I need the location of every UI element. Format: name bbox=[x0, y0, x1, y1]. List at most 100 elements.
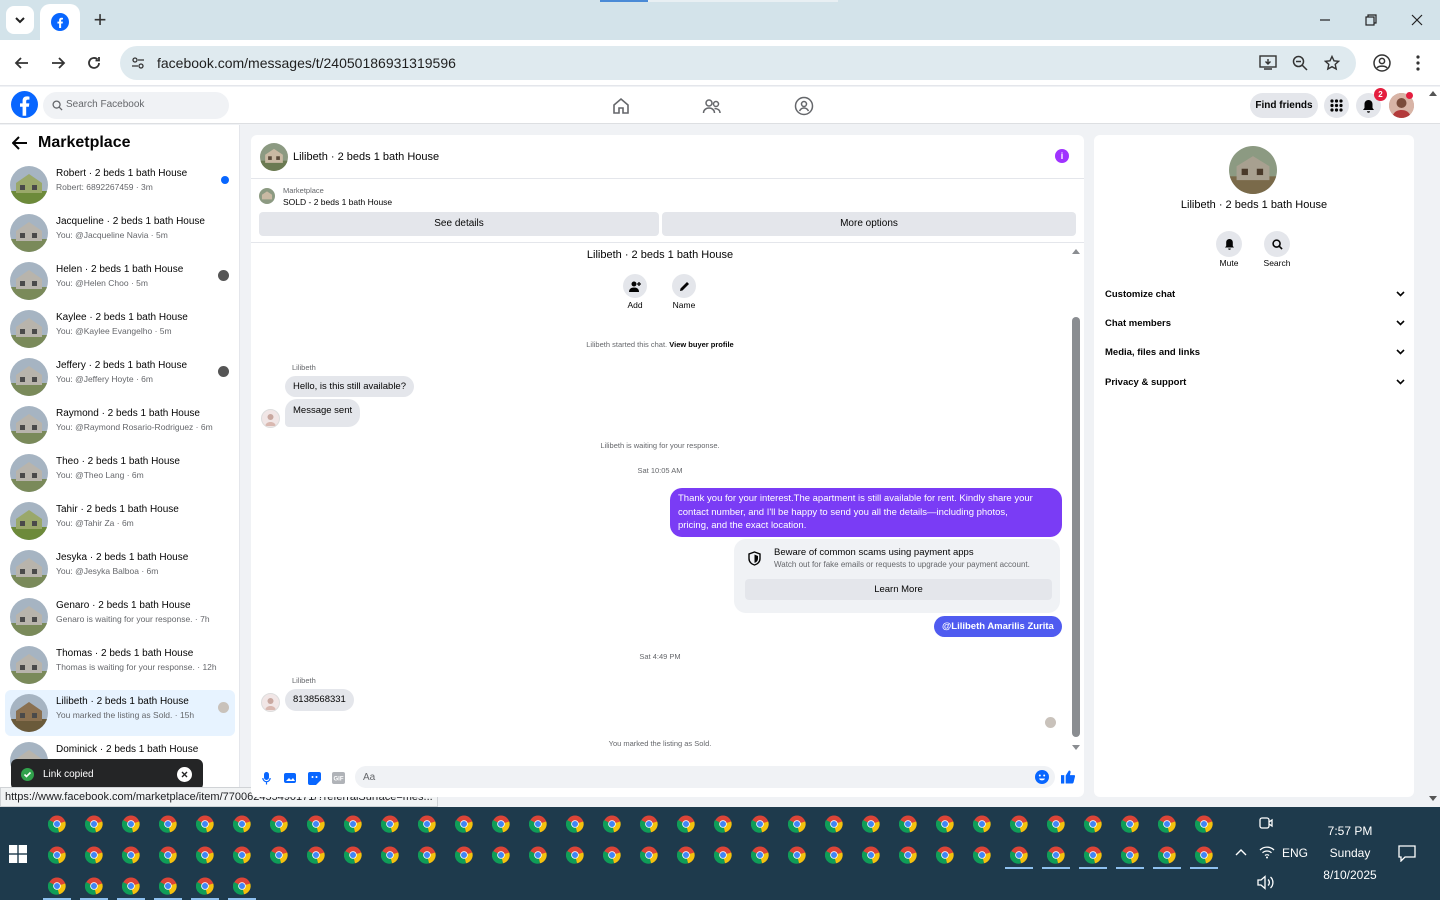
chrome-taskbar-icon[interactable] bbox=[973, 846, 991, 864]
reload-button[interactable] bbox=[82, 51, 106, 75]
new-tab-plus-icon[interactable]: + bbox=[86, 6, 114, 34]
chat-scrollbar[interactable] bbox=[1071, 247, 1081, 752]
site-settings-icon[interactable] bbox=[127, 52, 149, 74]
chat-members-row[interactable]: Chat members bbox=[1105, 318, 1405, 336]
back-arrow-icon[interactable] bbox=[12, 136, 28, 150]
chrome-taskbar-icon[interactable] bbox=[825, 846, 843, 864]
more-options-button[interactable]: More options bbox=[662, 212, 1076, 236]
privacy-support-row[interactable]: Privacy & support bbox=[1105, 377, 1405, 395]
volume-icon[interactable] bbox=[1257, 875, 1275, 890]
chrome-taskbar-icon[interactable] bbox=[566, 846, 584, 864]
chrome-taskbar-icon[interactable] bbox=[936, 815, 954, 833]
add-people-button[interactable] bbox=[623, 274, 647, 298]
chrome-taskbar-icon[interactable] bbox=[1047, 815, 1065, 833]
photo-icon[interactable] bbox=[283, 771, 297, 785]
conversation-item[interactable]: Kaylee · 2 beds 1 bath House You: @Kaylee… bbox=[5, 306, 235, 352]
page-scroll-up-icon[interactable] bbox=[1428, 90, 1438, 97]
conversation-item[interactable]: Helen · 2 beds 1 bath House You: @Helen C… bbox=[5, 258, 235, 304]
mute-button[interactable] bbox=[1216, 231, 1242, 257]
meet-now-icon[interactable] bbox=[1258, 815, 1274, 831]
chrome-taskbar-icon[interactable] bbox=[677, 846, 695, 864]
scroll-up-arrow-icon[interactable] bbox=[1071, 247, 1081, 255]
chrome-taskbar-icon[interactable] bbox=[1047, 846, 1065, 864]
back-button[interactable] bbox=[10, 51, 34, 75]
page-scroll-down-icon[interactable] bbox=[1428, 795, 1438, 802]
chrome-taskbar-icon[interactable] bbox=[270, 815, 288, 833]
chrome-taskbar-icon[interactable] bbox=[1084, 846, 1102, 864]
details-avatar[interactable] bbox=[1229, 146, 1277, 194]
message-input[interactable]: Aa bbox=[355, 766, 1055, 788]
chrome-taskbar-icon[interactable] bbox=[344, 846, 362, 864]
chrome-taskbar-icon[interactable] bbox=[381, 846, 399, 864]
chrome-taskbar-icon[interactable] bbox=[233, 877, 251, 895]
chrome-taskbar-icon[interactable] bbox=[936, 846, 954, 864]
gif-icon[interactable]: GIF bbox=[331, 771, 345, 785]
chat-avatar[interactable] bbox=[260, 143, 288, 171]
browser-tab-facebook[interactable] bbox=[40, 4, 80, 40]
chrome-taskbar-icon[interactable] bbox=[1195, 846, 1213, 864]
chrome-taskbar-icon[interactable] bbox=[418, 815, 436, 833]
chrome-taskbar-icon[interactable] bbox=[788, 846, 806, 864]
chrome-taskbar-icon[interactable] bbox=[85, 815, 103, 833]
chrome-taskbar-icon[interactable] bbox=[196, 846, 214, 864]
clock-date[interactable]: 8/10/2025 bbox=[1310, 868, 1390, 882]
chrome-taskbar-icon[interactable] bbox=[566, 815, 584, 833]
chrome-taskbar-icon[interactable] bbox=[492, 846, 510, 864]
chrome-taskbar-icon[interactable] bbox=[1084, 815, 1102, 833]
chrome-taskbar-icon[interactable] bbox=[1010, 846, 1028, 864]
listing-thumbnail[interactable] bbox=[259, 188, 275, 204]
facebook-search-input[interactable]: Search Facebook bbox=[43, 92, 229, 119]
find-friends-button[interactable]: Find friends bbox=[1250, 93, 1318, 118]
chrome-taskbar-icon[interactable] bbox=[1158, 846, 1176, 864]
language-indicator[interactable]: ENG bbox=[1281, 846, 1309, 860]
chrome-taskbar-icon[interactable] bbox=[196, 877, 214, 895]
chrome-taskbar-icon[interactable] bbox=[751, 846, 769, 864]
browser-menu-button[interactable] bbox=[1406, 51, 1430, 75]
chrome-taskbar-icon[interactable] bbox=[677, 815, 695, 833]
bookmark-star-icon[interactable] bbox=[1321, 52, 1343, 74]
close-window-button[interactable] bbox=[1402, 8, 1432, 32]
notification-center-icon[interactable] bbox=[1398, 845, 1416, 862]
chrome-taskbar-icon[interactable] bbox=[122, 877, 140, 895]
chrome-taskbar-icon[interactable] bbox=[1121, 846, 1139, 864]
chrome-taskbar-icon[interactable] bbox=[48, 877, 66, 895]
address-bar[interactable]: facebook.com/messages/t/2405018693131959… bbox=[120, 46, 1356, 80]
conversation-item[interactable]: Genaro · 2 beds 1 bath House Genaro is wa… bbox=[5, 594, 235, 640]
name-chat-button[interactable] bbox=[672, 274, 696, 298]
chrome-taskbar-icon[interactable] bbox=[455, 815, 473, 833]
chrome-taskbar-icon[interactable] bbox=[788, 815, 806, 833]
chrome-taskbar-icon[interactable] bbox=[48, 846, 66, 864]
chrome-taskbar-icon[interactable] bbox=[825, 815, 843, 833]
chrome-taskbar-icon[interactable] bbox=[714, 846, 732, 864]
chrome-taskbar-icon[interactable] bbox=[603, 846, 621, 864]
chrome-taskbar-icon[interactable] bbox=[270, 846, 288, 864]
conversation-item[interactable]: Jesyka · 2 beds 1 bath House You: @Jesyka… bbox=[5, 546, 235, 592]
chrome-taskbar-icon[interactable] bbox=[122, 815, 140, 833]
chrome-taskbar-icon[interactable] bbox=[751, 815, 769, 833]
chrome-taskbar-icon[interactable] bbox=[1195, 815, 1213, 833]
chrome-taskbar-icon[interactable] bbox=[714, 815, 732, 833]
see-details-button[interactable]: See details bbox=[259, 212, 659, 236]
conversation-item[interactable]: Lilibeth · 2 beds 1 bath House You marked… bbox=[5, 690, 235, 736]
chrome-taskbar-icon[interactable] bbox=[233, 846, 251, 864]
chrome-taskbar-icon[interactable] bbox=[899, 815, 917, 833]
customize-chat-row[interactable]: Customize chat bbox=[1105, 289, 1405, 307]
chrome-taskbar-icon[interactable] bbox=[603, 815, 621, 833]
chrome-taskbar-icon[interactable] bbox=[1158, 815, 1176, 833]
toast-close-button[interactable] bbox=[177, 767, 192, 782]
chrome-taskbar-icon[interactable] bbox=[899, 846, 917, 864]
chrome-taskbar-icon[interactable] bbox=[640, 815, 658, 833]
search-in-chat-button[interactable] bbox=[1264, 231, 1290, 257]
sticker-icon[interactable] bbox=[307, 771, 321, 785]
conversation-item[interactable]: Raymond · 2 beds 1 bath House You: @Raymo… bbox=[5, 402, 235, 448]
forward-button[interactable] bbox=[46, 51, 70, 75]
incoming-message[interactable]: Hello, is this still available? bbox=[285, 376, 414, 397]
menu-button[interactable] bbox=[1324, 93, 1349, 118]
voice-clip-icon[interactable] bbox=[259, 771, 273, 785]
clock-time[interactable]: 7:57 PM bbox=[1310, 824, 1390, 838]
chrome-taskbar-icon[interactable] bbox=[85, 846, 103, 864]
show-hidden-icons-icon[interactable] bbox=[1235, 848, 1247, 856]
chrome-taskbar-icon[interactable] bbox=[159, 877, 177, 895]
chrome-taskbar-icon[interactable] bbox=[1010, 815, 1028, 833]
chrome-taskbar-icon[interactable] bbox=[233, 815, 251, 833]
